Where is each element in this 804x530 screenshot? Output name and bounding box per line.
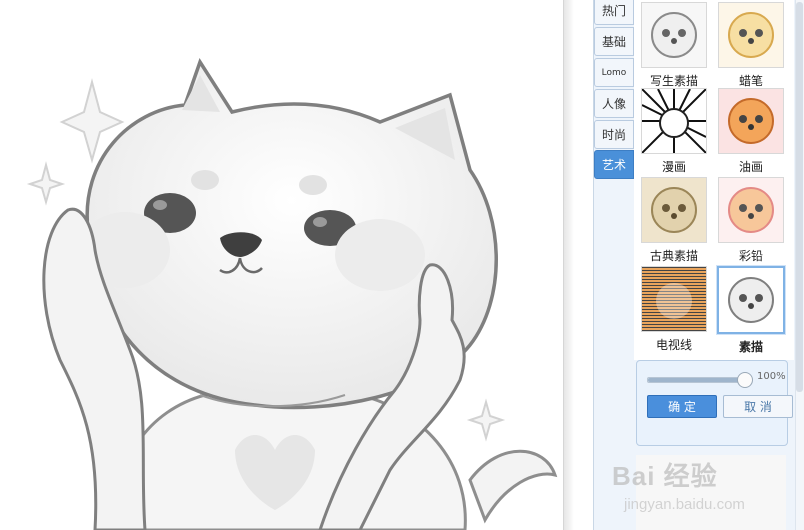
effect-thumbnail — [641, 88, 707, 154]
effect-label: 彩铅 — [738, 249, 763, 263]
tab-lomo[interactable]: Lomo — [594, 58, 634, 87]
effects-grid: 写生素描 蜡笔 漫画 油画 古典素描 彩铅 电视线 素描 — [634, 0, 794, 360]
effect-thumbnail — [641, 2, 707, 68]
effect-label: 漫画 — [661, 160, 686, 174]
effect-label: 电视线 — [655, 338, 692, 352]
effect-thumbnail — [717, 266, 785, 334]
effect-thumbnail — [718, 88, 784, 154]
scrollbar-thumb[interactable] — [796, 2, 803, 392]
effect-tv-lines[interactable]: 电视线 — [636, 266, 712, 353]
confirm-button[interactable]: 确 定 — [647, 395, 717, 418]
effect-sketch[interactable]: 素描 — [713, 266, 789, 355]
effect-oil-painting[interactable]: 油画 — [713, 88, 789, 175]
effect-comic[interactable]: 漫画 — [636, 88, 712, 175]
effect-label: 蜡笔 — [738, 74, 763, 88]
tab-label: 艺术 — [601, 158, 626, 172]
effect-thumbnail — [718, 2, 784, 68]
tab-hot[interactable]: 热门 — [594, 0, 634, 25]
effect-thumbnail — [641, 177, 707, 243]
canvas-panel-divider — [563, 0, 594, 530]
photo-canvas[interactable] — [0, 0, 563, 530]
tab-art[interactable]: 艺术 — [594, 150, 634, 179]
effect-colored-pencil[interactable]: 彩铅 — [713, 177, 789, 264]
tab-label: Lomo — [601, 67, 627, 78]
tab-label: 基础 — [601, 35, 626, 49]
slider-fill — [648, 378, 744, 382]
effect-label: 写生素描 — [649, 74, 698, 88]
effect-label: 油画 — [738, 160, 763, 174]
tab-label: 时尚 — [601, 128, 626, 142]
slider-handle[interactable] — [737, 372, 753, 388]
effect-adjust-box: 100% 确 定 取 消 — [636, 360, 793, 446]
effect-label: 古典素描 — [649, 249, 698, 263]
effect-crayon[interactable]: 蜡笔 — [713, 2, 789, 89]
tab-label: 人像 — [601, 97, 626, 111]
intensity-value: 100% — [757, 371, 786, 382]
effect-classic-sketch[interactable]: 古典素描 — [636, 177, 712, 264]
sketch-image — [26, 58, 558, 530]
effect-thumbnail — [718, 177, 784, 243]
effect-label: 素描 — [738, 340, 763, 354]
intensity-slider[interactable] — [647, 372, 753, 388]
tab-label: 热门 — [601, 4, 626, 18]
effect-thumbnail — [641, 266, 707, 332]
tab-portrait[interactable]: 人像 — [594, 89, 634, 118]
tab-fashion[interactable]: 时尚 — [594, 120, 634, 149]
tab-basic[interactable]: 基础 — [594, 27, 634, 56]
cancel-button[interactable]: 取 消 — [723, 395, 793, 418]
effect-sketch-life[interactable]: 写生素描 — [636, 2, 712, 89]
bottom-strip — [636, 455, 786, 530]
